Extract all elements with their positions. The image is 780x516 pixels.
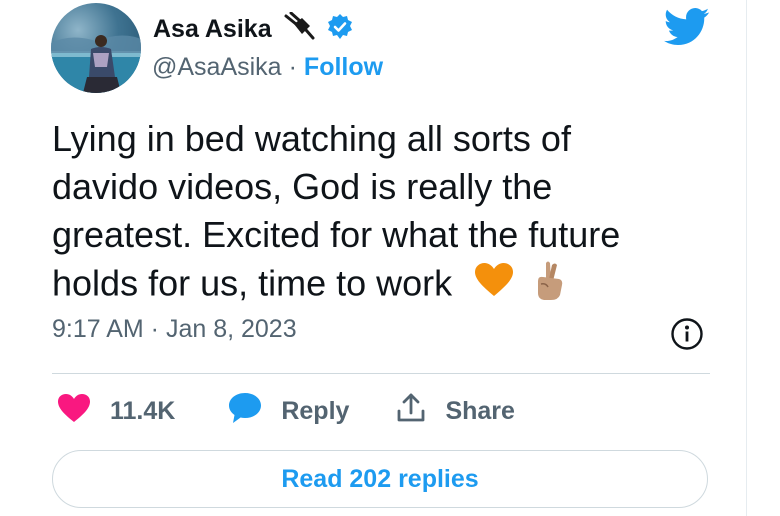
author-handle[interactable]: @AsaAsika xyxy=(152,53,282,82)
tweet-line-last: holds for us, time to work xyxy=(52,259,692,313)
info-icon[interactable] xyxy=(670,317,704,356)
reply-label: Reply xyxy=(281,396,350,425)
like-button[interactable]: 11.4K xyxy=(56,392,227,431)
heart-icon xyxy=(56,392,92,431)
share-icon xyxy=(395,392,427,431)
avatar[interactable] xyxy=(51,3,141,93)
card-border xyxy=(746,0,747,516)
tweet-card: Asa Asika @AsaAsika · Follow Lying in be… xyxy=(0,0,780,516)
tweet-line: holds for us, time to work xyxy=(52,262,453,304)
share-label: Share xyxy=(445,396,515,425)
author-name-row: Asa Asika xyxy=(153,11,354,47)
tweet-line: greatest. Excited for what the future xyxy=(52,214,621,255)
tweet-line: davido videos, God is really the xyxy=(52,166,553,207)
crossed-fingers-icon xyxy=(532,259,566,313)
share-button[interactable]: Share xyxy=(395,392,515,431)
twitter-bird-icon[interactable] xyxy=(663,7,710,52)
divider xyxy=(52,373,710,374)
electric-plug-icon xyxy=(282,11,316,47)
speech-bubble-icon xyxy=(227,391,263,432)
tweet-text: Lying in bed watching all sorts of david… xyxy=(52,115,692,313)
reply-button[interactable]: Reply xyxy=(227,391,349,432)
like-count: 11.4K xyxy=(110,396,176,425)
author-handle-row: @AsaAsika · Follow xyxy=(152,50,383,84)
follow-button[interactable]: Follow xyxy=(304,53,383,82)
author-name[interactable]: Asa Asika xyxy=(153,15,272,44)
tweet-timestamp[interactable]: 9:17 AM · Jan 8, 2023 xyxy=(52,315,297,344)
read-replies-button[interactable]: Read 202 replies xyxy=(52,450,708,508)
verified-badge-icon xyxy=(326,13,354,46)
tweet-actions: 11.4K Reply Share xyxy=(56,390,515,432)
separator-dot: · xyxy=(288,52,297,81)
orange-heart-icon xyxy=(474,262,514,310)
tweet-line: Lying in bed watching all sorts of xyxy=(52,118,571,159)
